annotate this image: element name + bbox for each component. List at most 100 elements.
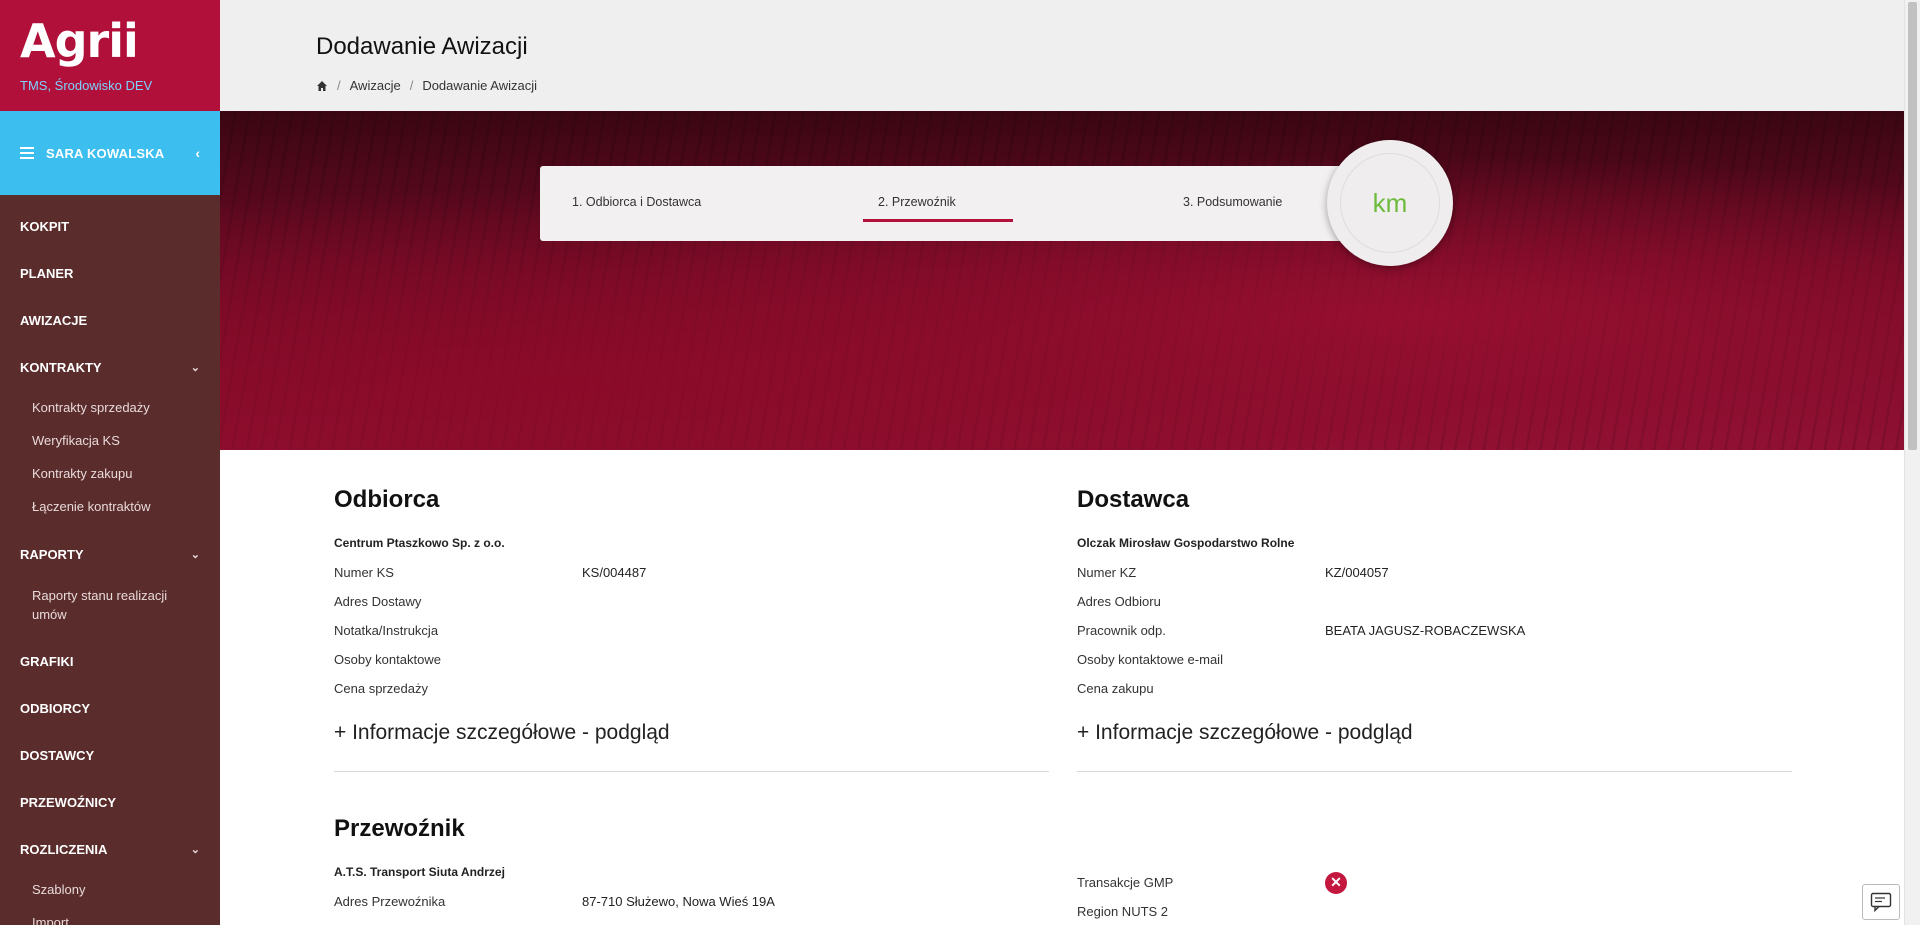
chevron-left-icon[interactable]: ‹ [195, 145, 200, 161]
sidebar-item-raporty[interactable]: RAPORTY ⌄ [0, 531, 220, 578]
chevron-down-icon: ⌄ [190, 844, 200, 856]
home-icon[interactable] [316, 80, 328, 92]
detail-label: Adres Dostawy [334, 594, 422, 609]
przewoznik-name: A.T.S. Transport Siuta Andrzej [334, 865, 505, 879]
dostawca-title: Dostawca [1077, 486, 1190, 513]
distance-unit: km [1340, 153, 1440, 253]
detail-value: KS/004487 [582, 565, 647, 580]
breadcrumb-link-awizacje[interactable]: Awizacje [350, 78, 401, 93]
przewoznik-section: Przewoźnik A.T.S. Transport Siuta Andrze… [334, 815, 1049, 916]
agrii-logo[interactable]: Agrii [20, 18, 200, 64]
hamburger-icon[interactable] [20, 144, 34, 162]
sidebar-item-dostawcy[interactable]: DOSTAWCY [0, 732, 220, 779]
detail-value: ✕ [1325, 871, 1347, 894]
detail-label: Adres Przewoźnika [334, 894, 446, 909]
detail-row: Adres Odbioru [1077, 587, 1792, 616]
summary-content: Odbiorca Centrum Ptaszkowo Sp. z o.o. Nu… [220, 450, 1904, 925]
detail-label: Notatka/Instrukcja [334, 623, 439, 638]
detail-row: Osoby kontaktowe [334, 645, 1049, 674]
sidebar-item-planer[interactable]: PLANER [0, 250, 220, 297]
detail-label: Osoby kontaktowe e-mail [1077, 652, 1223, 667]
page-header: Dodawanie Awizacji / Awizacje / Dodawani… [220, 0, 1904, 111]
sidebar-item-label: RAPORTY [20, 547, 84, 562]
dostawca-details-toggle[interactable]: + Informacje szczegółowe - podgląd [1077, 721, 1792, 772]
active-step-indicator [863, 219, 1013, 222]
breadcrumb-separator: / [409, 78, 414, 93]
detail-label: Pracownik odp. [1077, 623, 1166, 638]
environment-label: TMS, Środowisko DEV [20, 78, 153, 93]
przewoznik-title: Przewoźnik [334, 815, 465, 842]
breadcrumb: / Awizacje / Dodawanie Awizacji [316, 78, 537, 93]
dostawca-section: Dostawca Olczak Mirosław Gospodarstwo Ro… [1077, 486, 1792, 772]
detail-label: Region NUTS 2 [1077, 904, 1169, 919]
sidebar-item-odbiorcy[interactable]: ODBIORCY [0, 685, 220, 732]
detail-value: KZ/004057 [1325, 565, 1389, 580]
chat-edit-icon [1870, 892, 1892, 912]
detail-row: Transakcje GMP ✕ [1077, 868, 1792, 897]
sidebar-subitem-raporty-stanu[interactable]: Raporty stanu realizacji umów [0, 578, 220, 632]
sidebar-item-grafiki[interactable]: GRAFIKI [0, 638, 220, 685]
breadcrumb-current: Dodawanie Awizacji [422, 78, 537, 93]
sidebar-item-label: GRAFIKI [20, 654, 74, 669]
sidebar-item-label: DOSTAWCY [20, 748, 95, 763]
detail-row: Adres Przewoźnika 87-710 Służewo, Nowa Wi… [334, 887, 1049, 916]
odbiorca-details-toggle[interactable]: + Informacje szczegółowe - podgląd [334, 721, 1049, 772]
odbiorca-name: Centrum Ptaszkowo Sp. z o.o. [334, 536, 505, 550]
sidebar-item-label: AWIZACJE [20, 313, 88, 328]
detail-value: 87-710 Służewo, Nowa Wieś 19A [582, 894, 775, 909]
page-title: Dodawanie Awizacji [316, 33, 528, 60]
detail-row: Pracownik odp. BEATA JAGUSZ-ROBACZEWSKA [1077, 616, 1792, 645]
chevron-down-icon: ⌄ [190, 549, 200, 561]
detail-label: Transakcje GMP [1077, 875, 1174, 890]
user-menu-toggle[interactable]: SARA KOWALSKA ‹ [0, 111, 220, 195]
sidebar-item-label: PRZEWOŹNICY [20, 795, 117, 810]
sidebar-item-kokpit[interactable]: KOKPIT [0, 203, 220, 250]
sidebar-item-label: ROZLICZENIA [20, 842, 108, 857]
close-circle-icon: ✕ [1325, 871, 1347, 894]
breadcrumb-separator: / [337, 78, 341, 93]
detail-row: Osoby kontaktowe e-mail [1077, 645, 1792, 674]
detail-row: Region NUTS 2 [1077, 897, 1792, 925]
sidebar-item-label: KONTRAKTY [20, 360, 102, 375]
scrollbar-thumb[interactable] [1908, 2, 1917, 450]
sidebar-subitem-import[interactable]: Import [0, 906, 220, 925]
sidebar-item-przewoznicy[interactable]: PRZEWOŹNICY [0, 779, 220, 826]
detail-row: Numer KZ KZ/004057 [1077, 558, 1792, 587]
sidebar: Agrii TMS, Środowisko DEV SARA KOWALSKA … [0, 0, 220, 925]
sidebar-item-label: ODBIORCY [20, 701, 91, 716]
feedback-button[interactable] [1862, 884, 1900, 920]
sidebar-item-awizacje[interactable]: AWIZACJE [0, 297, 220, 344]
page-scrollbar[interactable] [1904, 0, 1920, 925]
sidebar-item-kontrakty[interactable]: KONTRAKTY ⌄ [0, 344, 220, 391]
brand-area: Agrii TMS, Środowisko DEV [0, 0, 220, 111]
sidebar-item-rozliczenia[interactable]: ROZLICZENIA ⌄ [0, 826, 220, 873]
detail-row: Numer KS KS/004487 [334, 558, 1049, 587]
sidebar-item-label: PLANER [20, 266, 74, 281]
detail-label: Osoby kontaktowe [334, 652, 441, 667]
sidebar-subitem-kontrakty-zakupu[interactable]: Kontrakty zakupu [0, 457, 220, 490]
sidebar-subitem-szablony[interactable]: Szablony [0, 873, 220, 906]
detail-row: Notatka/Instrukcja [334, 616, 1049, 645]
distance-badge: km [1327, 140, 1453, 266]
hero-banner: 1. Odbiorca i Dostawca 2. Przewoźnik 3. … [220, 111, 1904, 450]
detail-row: Cena sprzedaży [334, 674, 1049, 703]
step-podsumowanie[interactable]: 3. Podsumowanie [1183, 195, 1282, 209]
chevron-down-icon: ⌄ [190, 362, 200, 374]
sidebar-subitem-weryfikacja-ks[interactable]: Weryfikacja KS [0, 424, 220, 457]
detail-label: Numer KZ [1077, 565, 1137, 580]
sidebar-item-label: KOKPIT [20, 219, 70, 234]
detail-label: Numer KS [334, 565, 394, 580]
user-name: SARA KOWALSKA [46, 145, 165, 161]
dostawca-name: Olczak Mirosław Gospodarstwo Rolne [1077, 536, 1295, 550]
detail-label: Cena zakupu [1077, 681, 1154, 696]
detail-row: Cena zakupu [1077, 674, 1792, 703]
odbiorca-section: Odbiorca Centrum Ptaszkowo Sp. z o.o. Nu… [334, 486, 1049, 772]
detail-value: BEATA JAGUSZ-ROBACZEWSKA [1325, 623, 1526, 638]
detail-label: Cena sprzedaży [334, 681, 428, 696]
sidebar-subitem-laczenie-kontraktow[interactable]: Łączenie kontraktów [0, 490, 220, 523]
step-odbiorca-dostawca[interactable]: 1. Odbiorca i Dostawca [572, 195, 701, 209]
odbiorca-title: Odbiorca [334, 486, 440, 513]
sidebar-nav: KOKPIT PLANER AWIZACJE KONTRAKTY ⌄ Kontra… [0, 195, 220, 925]
sidebar-subitem-kontrakty-sprzedazy[interactable]: Kontrakty sprzedaży [0, 391, 220, 424]
step-przewoznik[interactable]: 2. Przewoźnik [878, 195, 956, 209]
